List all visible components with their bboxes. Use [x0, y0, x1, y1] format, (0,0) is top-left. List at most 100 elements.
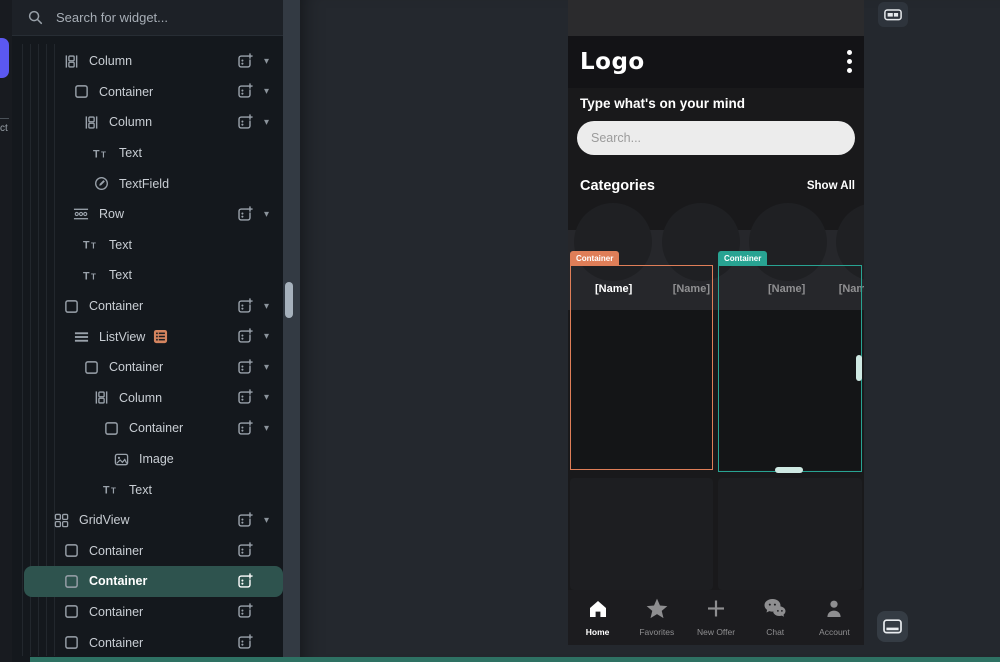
container-icon — [62, 299, 80, 314]
resize-handle-bottom[interactable] — [775, 467, 803, 473]
widget-search-placeholder: Search for widget... — [56, 10, 168, 25]
row-actions: ▾ — [235, 297, 283, 315]
widget-search-input[interactable]: Search for widget... — [12, 0, 283, 36]
add-child-widget-button[interactable] — [235, 420, 253, 437]
search-icon — [28, 10, 43, 25]
tree-item-label: Container — [89, 635, 144, 650]
tree-item-gridview-15[interactable]: GridView ▾ — [24, 505, 283, 536]
collapse-caret-icon[interactable]: ▾ — [260, 56, 273, 67]
tree-item-text-6[interactable]: TT Text ▾ — [24, 230, 283, 261]
tree-item-container-16[interactable]: Container ▾ — [24, 536, 283, 567]
svg-text:T: T — [83, 240, 90, 252]
tree-item-row-5[interactable]: Row ▾ — [24, 199, 283, 230]
dock-bottom-button[interactable] — [877, 611, 908, 642]
app-bar-title: Logo — [580, 49, 645, 75]
phone-search-field[interactable]: Search... — [577, 121, 855, 155]
add-child-widget-button[interactable] — [235, 542, 253, 559]
selected-container-outline[interactable] — [570, 265, 713, 470]
phone-preview[interactable]: Logo Type what's on your mind Search... … — [568, 0, 864, 645]
row-actions: ▾ — [235, 358, 283, 376]
collapse-caret-icon[interactable]: ▾ — [260, 86, 273, 97]
grid-card[interactable] — [570, 478, 713, 590]
collapse-caret-icon[interactable]: ▾ — [260, 117, 273, 128]
container-overlay-tag: Container — [718, 251, 768, 265]
row-actions: ▾ — [235, 451, 283, 468]
show-all-link[interactable]: Show All — [807, 180, 855, 192]
toggle-panels-icon — [884, 8, 902, 20]
tree-item-textfield-4[interactable]: TextField ▾ — [24, 168, 283, 199]
add-child-widget-button[interactable] — [235, 634, 253, 651]
add-child-widget-button[interactable] — [235, 206, 253, 223]
text-icon: TT — [92, 147, 110, 160]
tree-item-container-8[interactable]: Container ▾ — [24, 291, 283, 322]
add-child-widget-button[interactable] — [235, 114, 253, 131]
resize-handle-right[interactable] — [856, 355, 862, 381]
container-icon — [62, 574, 80, 589]
nav-item-label: New Offer — [696, 627, 736, 637]
tree-item-column-2[interactable]: Column ▾ — [24, 107, 283, 138]
add-child-widget-button[interactable] — [235, 603, 253, 620]
nav-item-new-offer[interactable]: New Offer — [686, 590, 745, 645]
row-actions: ▾ — [235, 236, 283, 253]
add-child-widget-button[interactable] — [235, 328, 253, 345]
add-child-widget-button[interactable] — [235, 389, 253, 406]
tree-item-listview-9[interactable]: ListView ▾ — [24, 321, 283, 352]
tree-item-container-10[interactable]: Container ▾ — [24, 352, 283, 383]
collapse-caret-icon[interactable]: ▾ — [260, 392, 273, 403]
phone-app-bar[interactable]: Logo — [568, 36, 864, 88]
row-actions: ▾ — [235, 420, 283, 437]
add-child-widget-button[interactable] — [235, 297, 253, 315]
nav-item-favorites[interactable]: Favorites — [627, 590, 686, 645]
tree-scrollbar-thumb[interactable] — [285, 282, 293, 318]
svg-text:T: T — [103, 485, 110, 497]
add-child-widget-button[interactable] — [235, 573, 253, 590]
toggle-panels-button[interactable] — [878, 2, 908, 27]
add-child-widget-button[interactable] — [235, 83, 253, 100]
tree-item-container-19[interactable]: Container ▾ — [24, 627, 283, 658]
collapse-caret-icon[interactable]: ▾ — [260, 515, 273, 526]
tree-item-label: Text — [109, 268, 132, 283]
tree-item-column-0[interactable]: Column ▾ — [24, 46, 283, 77]
nav-item-label: Home — [585, 627, 610, 637]
tree-item-label: Container — [99, 84, 154, 99]
container-icon — [62, 635, 80, 650]
collapse-caret-icon[interactable]: ▾ — [260, 209, 273, 220]
tree-item-container-1[interactable]: Container ▾ — [24, 77, 283, 108]
grid-card[interactable] — [718, 478, 862, 590]
collapse-caret-icon[interactable]: ▾ — [260, 301, 273, 312]
container-icon — [62, 604, 80, 619]
tree-item-text-3[interactable]: TT Text ▾ — [24, 138, 283, 169]
tree-item-image-13[interactable]: Image ▾ — [24, 444, 283, 475]
add-child-widget-button[interactable] — [235, 358, 253, 376]
tree-item-container-12[interactable]: Container ▾ — [24, 413, 283, 444]
star-icon — [646, 598, 668, 624]
chat-icon — [763, 598, 787, 624]
widget-tree: Column▾Container▾Column▾TTText▾TextField… — [12, 46, 283, 658]
tree-item-text-14[interactable]: TT Text ▾ — [24, 474, 283, 505]
tree-item-column-11[interactable]: Column ▾ — [24, 383, 283, 414]
rail-label-fragment: ct — [0, 123, 8, 134]
svg-text:T: T — [93, 148, 100, 160]
panel-resize-gutter[interactable] — [283, 0, 300, 662]
nav-item-account[interactable]: Account — [805, 590, 864, 645]
svg-text:T: T — [91, 242, 96, 251]
tree-item-container-18[interactable]: Container ▾ — [24, 597, 283, 628]
svg-text:T: T — [101, 150, 106, 159]
nav-item-chat[interactable]: Chat — [746, 590, 805, 645]
add-child-widget-button[interactable] — [235, 53, 253, 70]
kebab-menu-icon[interactable] — [847, 50, 852, 73]
collapse-caret-icon[interactable]: ▾ — [260, 423, 273, 434]
nav-item-label: Chat — [766, 627, 785, 637]
tree-item-container-17[interactable]: Container ▾ — [24, 566, 283, 597]
nav-item-home[interactable]: Home — [568, 590, 627, 645]
add-child-widget-button[interactable] — [235, 511, 253, 529]
row-actions: ▾ — [235, 175, 283, 192]
phone-top-widget[interactable] — [568, 0, 864, 36]
tree-item-label: Text — [129, 482, 152, 497]
tree-item-text-7[interactable]: TT Text ▾ — [24, 260, 283, 291]
selected-container-outline[interactable] — [718, 265, 862, 472]
tree-item-label: TextField — [119, 176, 170, 191]
design-canvas[interactable]: Logo Type what's on your mind Search... … — [300, 0, 1000, 662]
collapse-caret-icon[interactable]: ▾ — [260, 331, 273, 342]
collapse-caret-icon[interactable]: ▾ — [260, 362, 273, 373]
